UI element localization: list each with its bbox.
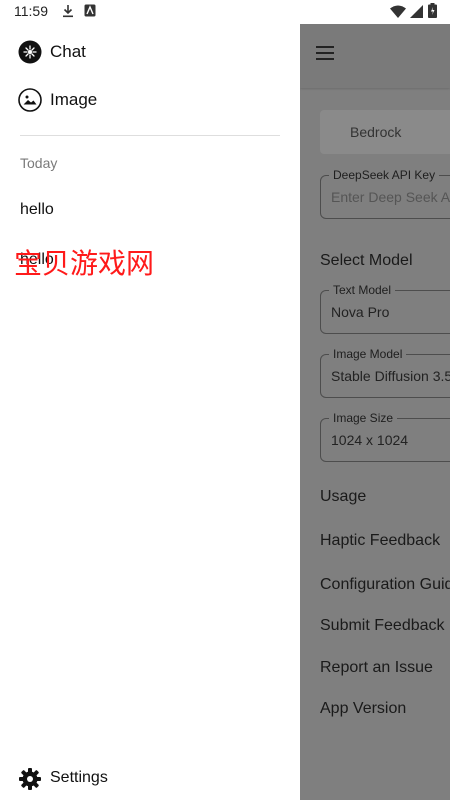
image-model-value: Stable Diffusion 3.5 bbox=[331, 368, 450, 384]
drawer-item-chat[interactable]: Chat bbox=[0, 30, 300, 74]
battery-icon bbox=[428, 3, 437, 18]
drawer-settings-label: Settings bbox=[50, 769, 108, 786]
usage-item[interactable]: Usage bbox=[320, 488, 366, 506]
notification-app-icon bbox=[84, 4, 96, 17]
haptic-feedback-item[interactable]: Haptic Feedback bbox=[320, 532, 440, 550]
text-model-value: Nova Pro bbox=[331, 304, 390, 320]
chat-logo-icon bbox=[18, 40, 42, 64]
image-size-select[interactable]: Image Size 1024 x 1024 bbox=[320, 411, 450, 462]
deepseek-api-key-field[interactable]: DeepSeek API Key Enter Deep Seek API bbox=[320, 168, 450, 219]
api-key-placeholder: Enter Deep Seek API bbox=[331, 189, 450, 205]
drawer-divider bbox=[20, 135, 280, 136]
submit-feedback-item[interactable]: Submit Feedback bbox=[320, 617, 445, 635]
signal-icon bbox=[410, 5, 423, 18]
gear-icon bbox=[19, 768, 41, 790]
panel-top-bar bbox=[300, 24, 450, 88]
navigation-drawer: Chat Image Today hello hello 宝贝游戏网 Setti… bbox=[0, 24, 300, 800]
provider-bedrock-label: Bedrock bbox=[350, 124, 402, 140]
provider-bedrock-button[interactable]: Bedrock bbox=[320, 110, 450, 154]
download-icon bbox=[63, 5, 73, 18]
app-version-item[interactable]: App Version bbox=[320, 700, 406, 718]
image-size-label: Image Size bbox=[329, 411, 398, 425]
report-issue-item[interactable]: Report an Issue bbox=[320, 659, 433, 677]
text-model-label: Text Model bbox=[329, 283, 396, 297]
drawer-settings-button[interactable]: Settings bbox=[0, 765, 300, 793]
hamburger-menu-icon[interactable] bbox=[316, 46, 336, 62]
status-time: 11:59 bbox=[14, 3, 48, 19]
image-model-label: Image Model bbox=[329, 347, 407, 361]
drawer-item-image[interactable]: Image bbox=[0, 78, 300, 122]
status-bar: 11:59 bbox=[0, 0, 450, 24]
settings-panel-scrim[interactable]: Bedrock DeepSeek API Key Enter Deep Seek… bbox=[300, 24, 450, 800]
text-model-select[interactable]: Text Model Nova Pro bbox=[320, 283, 450, 334]
configuration-guide-item[interactable]: Configuration Guide bbox=[320, 576, 450, 594]
api-key-field-label: DeepSeek API Key bbox=[329, 168, 440, 182]
image-icon bbox=[18, 88, 42, 112]
select-model-heading: Select Model bbox=[320, 252, 413, 269]
watermark-text: 宝贝游戏网 bbox=[14, 247, 155, 280]
image-size-value: 1024 x 1024 bbox=[331, 432, 409, 448]
drawer-item-image-label: Image bbox=[50, 90, 98, 109]
history-section-label: Today bbox=[20, 155, 58, 171]
drawer-item-chat-label: Chat bbox=[50, 42, 86, 61]
image-model-select[interactable]: Image Model Stable Diffusion 3.5 bbox=[320, 347, 450, 398]
history-item[interactable]: hello bbox=[20, 201, 54, 219]
wifi-icon bbox=[390, 5, 406, 18]
